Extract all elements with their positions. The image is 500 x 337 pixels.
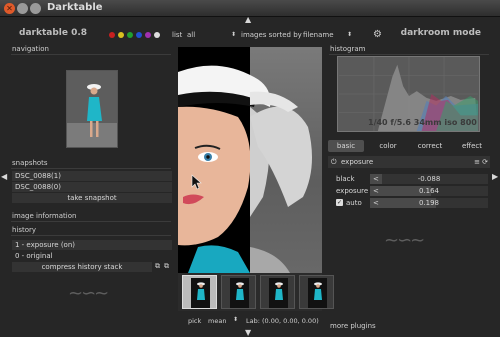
copy-icon[interactable]: ⧉ xyxy=(155,262,160,271)
reset-icon[interactable]: ⟳ xyxy=(482,156,488,168)
app-area: ▲ ▼ ◀ ▶ darktable 0.8 list all ⬍ images … xyxy=(0,15,500,337)
divider xyxy=(11,168,171,169)
color-label-dot[interactable] xyxy=(127,32,133,38)
module-group-tabs: basic color correct effect xyxy=(328,140,490,152)
slider-auto[interactable]: < 0.198 xyxy=(370,198,488,208)
portrait-image xyxy=(178,65,312,273)
updown-icon: ⬍ xyxy=(346,31,352,38)
image-canvas[interactable] xyxy=(178,47,322,273)
decrease-icon[interactable]: < xyxy=(373,174,379,184)
module-title: exposure xyxy=(341,158,374,166)
snapshot-item[interactable]: DSC_0088(1) xyxy=(12,171,172,181)
tab-effect[interactable]: effect xyxy=(454,140,490,152)
histogram-header[interactable]: histogram xyxy=(330,45,366,53)
slider-black[interactable]: < -0.088 xyxy=(370,174,488,184)
param-label-exposure: exposure xyxy=(336,187,369,195)
pick-label: pick xyxy=(188,317,202,325)
param-label-auto: auto xyxy=(346,199,362,207)
histogram[interactable]: 1/40 f/5.6 34mm iso 800 xyxy=(337,56,480,132)
window-title: Darktable xyxy=(47,2,103,13)
auto-checkbox[interactable]: ✓ xyxy=(336,199,343,206)
compress-history-button[interactable]: compress history stack xyxy=(12,262,152,272)
navigation-header[interactable]: navigation xyxy=(12,45,49,53)
divider xyxy=(329,54,489,55)
histogram-exif: 1/40 f/5.6 34mm iso 800 xyxy=(368,118,477,127)
tab-color[interactable]: color xyxy=(370,140,406,152)
tab-basic[interactable]: basic xyxy=(328,140,364,152)
paste-icon[interactable]: ⧉ xyxy=(164,262,169,271)
ornament-icon: ~∽~ xyxy=(384,230,425,251)
filmstrip-thumbnail[interactable] xyxy=(221,275,256,309)
param-label-black: black xyxy=(336,175,355,183)
top-panel-collapse-icon[interactable]: ▲ xyxy=(245,15,251,24)
lab-readout: Lab: (0.00, 0.00, 0.00) xyxy=(246,317,319,325)
color-label-dot[interactable] xyxy=(145,32,151,38)
filmstrip[interactable] xyxy=(178,273,334,311)
ornament-icon: ~∽~ xyxy=(68,283,109,304)
gear-icon[interactable]: ⚙ xyxy=(373,29,382,40)
color-label-filters xyxy=(109,32,163,40)
left-panel: navigation snapshots DSC_0088(1) DSC_008… xyxy=(8,43,175,313)
bottom-bar: pick mean ⬍ Lab: (0.00, 0.00, 0.00) xyxy=(178,313,322,327)
color-label-dot[interactable] xyxy=(154,32,160,38)
image-information-header[interactable]: image information xyxy=(12,212,76,220)
window-close-button[interactable]: ✕ xyxy=(4,3,15,14)
divider xyxy=(11,54,171,55)
tab-correct[interactable]: correct xyxy=(412,140,448,152)
decrease-icon[interactable]: < xyxy=(373,198,379,208)
history-header[interactable]: history xyxy=(12,226,36,234)
exposure-module-header[interactable]: ⏻ exposure ≡ ⟳ xyxy=(328,156,490,168)
presets-icon[interactable]: ≡ xyxy=(474,156,480,168)
filter-combo[interactable]: all ⬍ xyxy=(184,29,238,41)
updown-icon: ⬍ xyxy=(233,316,239,323)
divider xyxy=(11,235,171,236)
top-bar: darktable 0.8 list all ⬍ images sorted b… xyxy=(8,26,492,44)
color-label-dot[interactable] xyxy=(118,32,124,38)
filmstrip-thumbnail[interactable] xyxy=(182,275,217,309)
color-label-dot[interactable] xyxy=(136,32,142,38)
history-item[interactable]: 1 - exposure (on) xyxy=(12,240,172,250)
updown-icon: ⬍ xyxy=(230,31,236,38)
navigation-thumbnail[interactable] xyxy=(66,70,118,148)
sort-combo[interactable]: filename ⬍ xyxy=(300,29,354,41)
power-icon[interactable]: ⏻ xyxy=(331,156,337,168)
sort-label: images sorted by xyxy=(241,31,302,39)
filter-combo-value: all xyxy=(187,31,196,39)
sort-combo-value: filename xyxy=(303,31,334,39)
filmstrip-thumbnail[interactable] xyxy=(260,275,295,309)
snapshot-item[interactable]: DSC_0088(0) xyxy=(12,182,172,192)
navigation-image xyxy=(67,71,117,147)
divider xyxy=(11,221,171,222)
more-plugins-link[interactable]: more plugins xyxy=(330,322,376,330)
slider-exposure[interactable]: < 0.164 xyxy=(370,186,488,196)
history-item[interactable]: 0 - original xyxy=(12,251,172,261)
bottom-panel-collapse-icon[interactable]: ▼ xyxy=(245,328,251,337)
filter-label: list xyxy=(172,31,183,39)
color-label-dot[interactable] xyxy=(109,32,115,38)
take-snapshot-button[interactable]: take snapshot xyxy=(12,193,172,203)
window-minimize-button[interactable] xyxy=(17,3,28,14)
app-name: darktable 0.8 xyxy=(19,28,88,38)
snapshots-header[interactable]: snapshots xyxy=(12,159,48,167)
window-maximize-button[interactable] xyxy=(30,3,41,14)
pick-combo[interactable]: mean xyxy=(208,317,226,325)
left-panel-collapse-icon[interactable]: ◀ xyxy=(1,172,7,181)
decrease-icon[interactable]: < xyxy=(373,186,379,196)
mode-name[interactable]: darkroom mode xyxy=(401,28,481,38)
right-panel-collapse-icon[interactable]: ▶ xyxy=(492,172,498,181)
